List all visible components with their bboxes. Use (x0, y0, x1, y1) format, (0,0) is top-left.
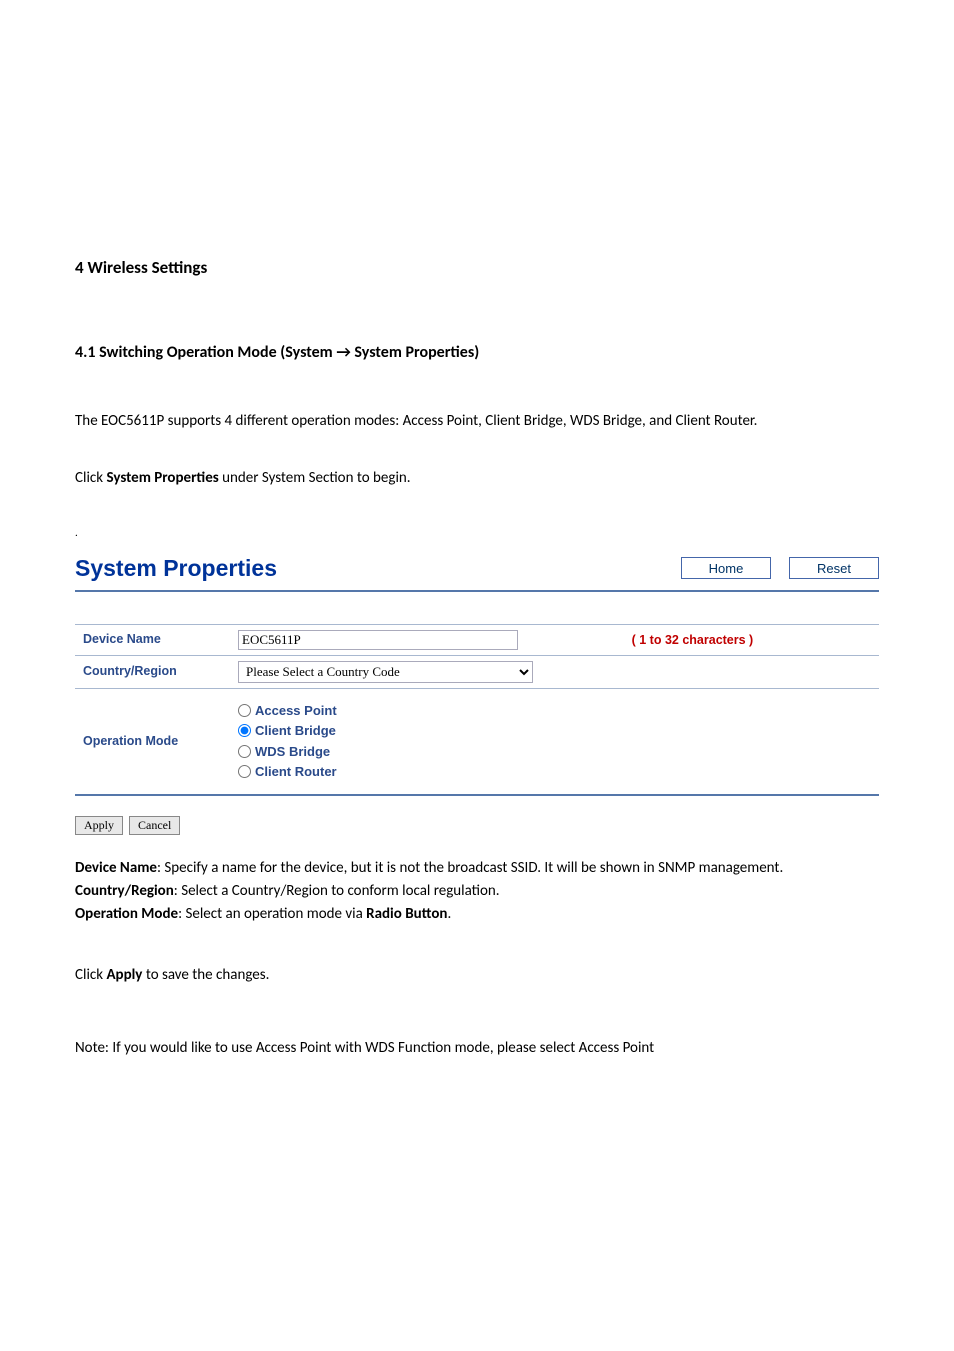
country-row: Country/Region Please Select a Country C… (75, 655, 879, 688)
def-opmode-desc-suffix: . (447, 905, 451, 923)
apply-note-prefix: Click (75, 966, 106, 984)
def-device-name-desc: : Specify a name for the device, but it … (157, 859, 783, 877)
apply-note-bold: Apply (106, 966, 142, 984)
opmode-radio-cr-input[interactable] (238, 765, 251, 778)
action-buttons: Apply Cancel (75, 816, 879, 835)
opmode-radio-cr-label: Client Router (255, 762, 337, 782)
opmode-radio-wds-label: WDS Bridge (255, 742, 330, 762)
opmode-radio-group: Access Point Client Bridge WDS Bridge Cl… (238, 694, 871, 789)
apply-note: Click Apply to save the changes. (75, 964, 879, 987)
opmode-radio-wds[interactable]: WDS Bridge (238, 742, 871, 762)
opmode-cell: Access Point Client Bridge WDS Bridge Cl… (230, 688, 879, 795)
cancel-button[interactable]: Cancel (129, 816, 180, 835)
def-opmode-desc-prefix: : Select an operation mode via (178, 905, 366, 923)
intro-p2-suffix: under System Section to begin. (219, 469, 411, 487)
def-opmode: Operation Mode: Select an operation mode… (75, 903, 879, 926)
section-heading: 4 Wireless Settings (75, 255, 879, 281)
opmode-radio-cb-label: Client Bridge (255, 721, 336, 741)
opmode-radio-cb[interactable]: Client Bridge (238, 721, 871, 741)
def-country: Country/Region: Select a Country/Region … (75, 880, 879, 903)
apply-button[interactable]: Apply (75, 816, 123, 835)
def-country-term: Country/Region (75, 882, 174, 900)
opmode-radio-ap-label: Access Point (255, 701, 337, 721)
properties-table: Device Name ( 1 to 32 characters ) Count… (75, 624, 879, 796)
apply-note-suffix: to save the changes. (142, 966, 269, 984)
opmode-radio-cr[interactable]: Client Router (238, 762, 871, 782)
opmode-radio-wds-input[interactable] (238, 745, 251, 758)
reset-button[interactable]: Reset (789, 557, 879, 579)
def-opmode-desc-bold: Radio Button (366, 905, 447, 923)
device-name-input[interactable] (238, 630, 518, 650)
opmode-radio-ap-input[interactable] (238, 704, 251, 717)
intro-p2-bold: System Properties (106, 469, 218, 487)
definitions-block: Device Name: Specify a name for the devi… (75, 857, 879, 927)
opmode-radio-ap[interactable]: Access Point (238, 701, 871, 721)
subsection-heading: 4.1 Switching Operation Mode (System → S… (75, 341, 879, 365)
panel-header: System Properties Home Reset (75, 551, 879, 592)
panel-title: System Properties (75, 551, 277, 586)
device-name-cell: ( 1 to 32 characters ) (230, 624, 879, 655)
dot-mark: . (75, 525, 879, 542)
device-name-hint: ( 1 to 32 characters ) (632, 633, 754, 647)
country-label: Country/Region (75, 655, 230, 688)
def-country-desc: : Select a Country/Region to conform loc… (174, 882, 500, 900)
device-name-label: Device Name (75, 624, 230, 655)
def-opmode-term: Operation Mode (75, 905, 178, 923)
def-device-name-term: Device Name (75, 859, 157, 877)
panel-nav-buttons: Home Reset (681, 557, 879, 579)
home-button[interactable]: Home (681, 557, 771, 579)
def-device-name: Device Name: Specify a name for the devi… (75, 857, 879, 880)
intro-paragraph-1: The EOC5611P supports 4 different operat… (75, 410, 879, 433)
intro-p2-prefix: Click (75, 469, 106, 487)
opmode-label: Operation Mode (75, 688, 230, 795)
country-select[interactable]: Please Select a Country Code (238, 661, 533, 683)
country-cell: Please Select a Country Code (230, 655, 879, 688)
footer-note: Note: If you would like to use Access Po… (75, 1037, 879, 1060)
opmode-radio-cb-input[interactable] (238, 724, 251, 737)
intro-paragraph-2: Click System Properties under System Sec… (75, 467, 879, 490)
device-name-row: Device Name ( 1 to 32 characters ) (75, 624, 879, 655)
opmode-row: Operation Mode Access Point Client Bridg… (75, 688, 879, 795)
